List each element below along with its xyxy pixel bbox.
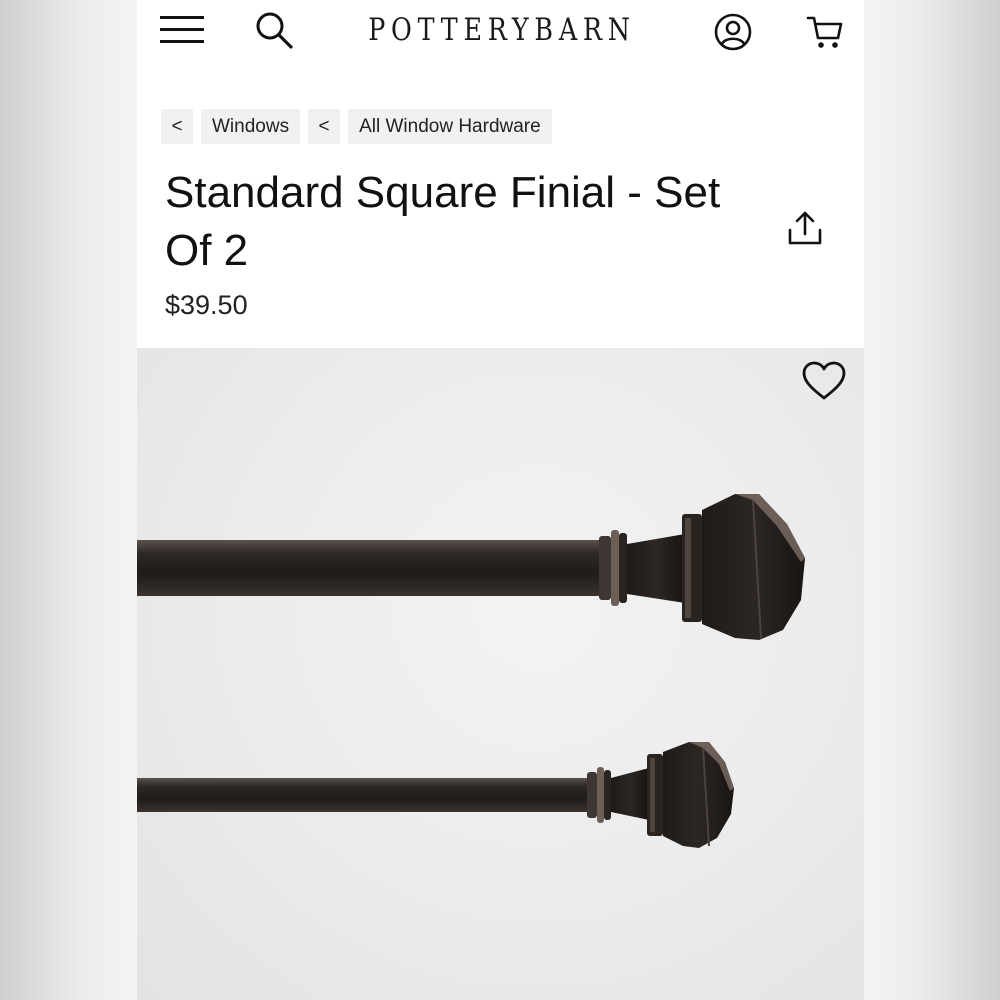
breadcrumb-back-windows[interactable]: < <box>161 109 193 144</box>
pottery-barn-logo[interactable]: POTTERYBARN <box>368 10 630 50</box>
heart-icon <box>802 361 846 400</box>
top-navigation-bar: POTTERYBARN <box>137 0 864 62</box>
account-icon <box>714 13 752 51</box>
product-price: $39.50 <box>165 290 248 320</box>
product-image[interactable] <box>137 348 864 1000</box>
hamburger-menu-icon <box>160 16 204 43</box>
breadcrumb-link-all-window-hardware[interactable]: All Window Hardware <box>348 109 552 144</box>
account-button[interactable] <box>709 8 757 56</box>
search-icon <box>256 12 293 49</box>
share-icon <box>788 211 822 245</box>
share-button[interactable] <box>782 205 828 251</box>
menu-button[interactable] <box>155 8 209 52</box>
search-button[interactable] <box>250 6 298 54</box>
favorite-button[interactable] <box>801 360 853 408</box>
curtain-rod-finial-photo <box>137 494 805 848</box>
breadcrumb: < Windows < All Window Hardware <box>161 109 552 144</box>
cart-button[interactable] <box>801 8 849 56</box>
product-title: Standard Square Finial - Set Of 2 <box>165 168 721 275</box>
breadcrumb-back-window-hardware[interactable]: < <box>308 109 341 144</box>
cart-icon <box>806 16 843 48</box>
small-rod-finial <box>137 742 734 848</box>
product-page: POTTERYBARN < Windows < All Window Hardw… <box>137 0 864 1000</box>
large-rod-finial <box>137 494 805 640</box>
breadcrumb-link-windows[interactable]: Windows <box>201 109 301 144</box>
